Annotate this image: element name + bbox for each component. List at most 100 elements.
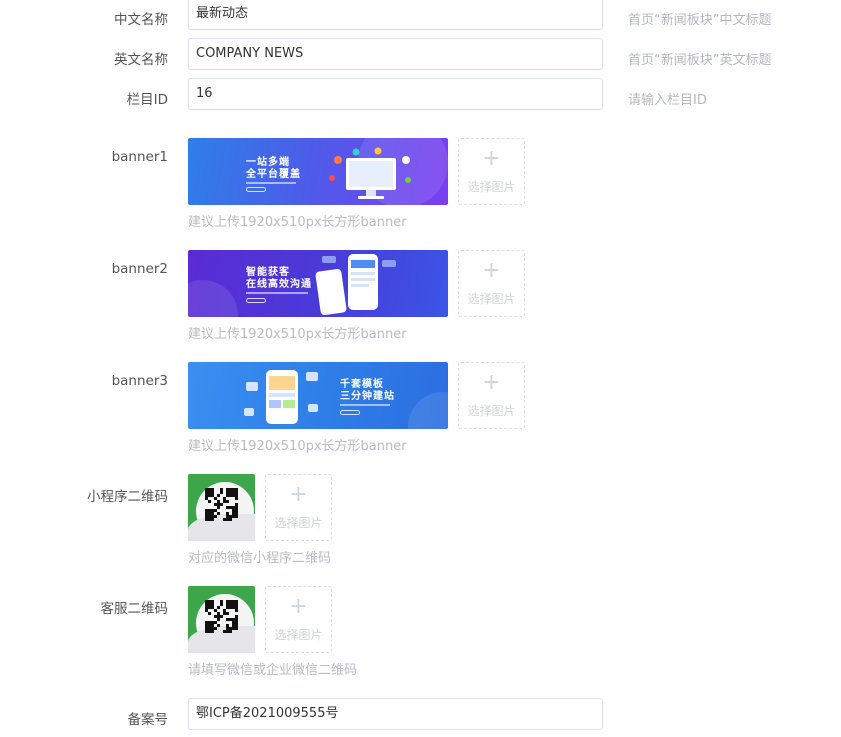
qr-module: [229, 603, 232, 606]
qr-module: [214, 609, 217, 612]
qr-module: [217, 618, 220, 621]
qr-module: [235, 627, 238, 630]
qr-code-icon: [205, 488, 238, 521]
qr-module: [232, 606, 235, 609]
qr-module: [235, 606, 238, 609]
qr-module: [205, 509, 208, 512]
qr-module: [217, 606, 220, 609]
plus-icon: +: [482, 370, 501, 395]
miniprogram-qr-tip: 对应的微信小程序二维码: [188, 551, 332, 566]
en-name-label: 英文名称: [114, 52, 168, 68]
qr-module: [226, 627, 229, 630]
qr-module: [205, 624, 208, 627]
miniprogram-qr-label: 小程序二维码: [87, 489, 168, 505]
banner1-preview[interactable]: 一站多端 全平台覆盖: [188, 138, 448, 205]
banner3-label: banner3: [111, 373, 168, 389]
qr-module: [226, 506, 229, 509]
qr-module: [205, 603, 208, 606]
qr-module: [217, 503, 220, 506]
qr-module: [214, 497, 217, 500]
template-phone-icon: [244, 370, 318, 424]
qr-module: [226, 618, 229, 621]
miniprogram-qr-image[interactable]: [188, 474, 255, 541]
banner2-label: banner2: [111, 261, 168, 277]
qr-module: [232, 600, 235, 603]
qr-module: [205, 518, 208, 521]
qr-module: [208, 606, 211, 609]
qr-module: [220, 488, 223, 491]
qr-module: [208, 488, 211, 491]
qr-module: [208, 509, 211, 512]
qr-module: [208, 612, 211, 615]
qr-module: [226, 515, 229, 518]
banner2-preview[interactable]: 智能获客 在线高效沟通: [188, 250, 448, 317]
qr-module: [235, 491, 238, 494]
qr-module: [208, 494, 211, 497]
qr-module: [220, 603, 223, 606]
qr-module: [226, 494, 229, 497]
qr-module: [217, 612, 220, 615]
qr-module: [223, 518, 226, 521]
qr-module: [214, 615, 217, 618]
qr-module: [226, 488, 229, 491]
qr-module: [208, 627, 211, 630]
qr-module: [232, 512, 235, 515]
qr-module: [235, 506, 238, 509]
banner1-upload-button[interactable]: + 选择图片: [458, 138, 525, 205]
qr-module: [235, 503, 238, 506]
qr-module: [211, 630, 214, 633]
qr-module: [214, 503, 217, 506]
qr-module: [205, 515, 208, 518]
qr-module: [211, 512, 214, 515]
qr-module: [217, 494, 220, 497]
qr-module: [223, 612, 226, 615]
banner3-preview[interactable]: 千套模板 三分钟建站: [188, 362, 448, 429]
service-qr-upload-button[interactable]: + 选择图片: [265, 586, 332, 653]
plus-icon: +: [482, 146, 501, 171]
banner2-upload-button[interactable]: + 选择图片: [458, 250, 525, 317]
banner3-upload-button[interactable]: + 选择图片: [458, 362, 525, 429]
qr-module: [208, 515, 211, 518]
qr-module: [220, 491, 223, 494]
service-qr-image[interactable]: [188, 586, 255, 653]
qr-module: [223, 609, 226, 612]
icp-input[interactable]: 鄂ICP备2021009555号: [188, 698, 603, 730]
qr-module: [226, 512, 229, 515]
qr-module: [217, 624, 220, 627]
qr-module: [226, 606, 229, 609]
qr-module: [205, 606, 208, 609]
qr-module: [205, 488, 208, 491]
qr-module: [226, 600, 229, 603]
qr-module: [229, 515, 232, 518]
miniprogram-qr-upload-label: 选择图片: [274, 516, 323, 530]
banner2-upload-label: 选择图片: [467, 292, 516, 306]
qr-module: [229, 606, 232, 609]
column-id-input[interactable]: 16: [188, 78, 603, 110]
qr-module: [235, 603, 238, 606]
qr-module: [217, 500, 220, 503]
qr-module: [208, 630, 211, 633]
qr-module: [205, 609, 208, 612]
cn-name-input[interactable]: 最新动态: [188, 0, 603, 30]
qr-module: [208, 621, 211, 624]
qr-module: [226, 500, 229, 503]
qr-module: [214, 627, 217, 630]
banner2-title-1: 智能获客: [246, 267, 290, 278]
qr-module: [232, 621, 235, 624]
qr-module: [226, 630, 229, 633]
qr-module: [235, 497, 238, 500]
qr-module: [223, 630, 226, 633]
qr-module: [208, 518, 211, 521]
qr-module: [220, 615, 223, 618]
qr-module: [205, 497, 208, 500]
miniprogram-qr-upload-button[interactable]: + 选择图片: [265, 474, 332, 541]
en-name-input[interactable]: COMPANY NEWS: [188, 38, 603, 70]
qr-module: [226, 624, 229, 627]
qr-module: [232, 491, 235, 494]
qr-module: [232, 506, 235, 509]
qr-module: [229, 518, 232, 521]
qr-module: [211, 627, 214, 630]
qr-module: [235, 509, 238, 512]
qr-module: [211, 624, 214, 627]
banner2-tip: 建议上传1920x510px长方形banner: [188, 327, 407, 342]
